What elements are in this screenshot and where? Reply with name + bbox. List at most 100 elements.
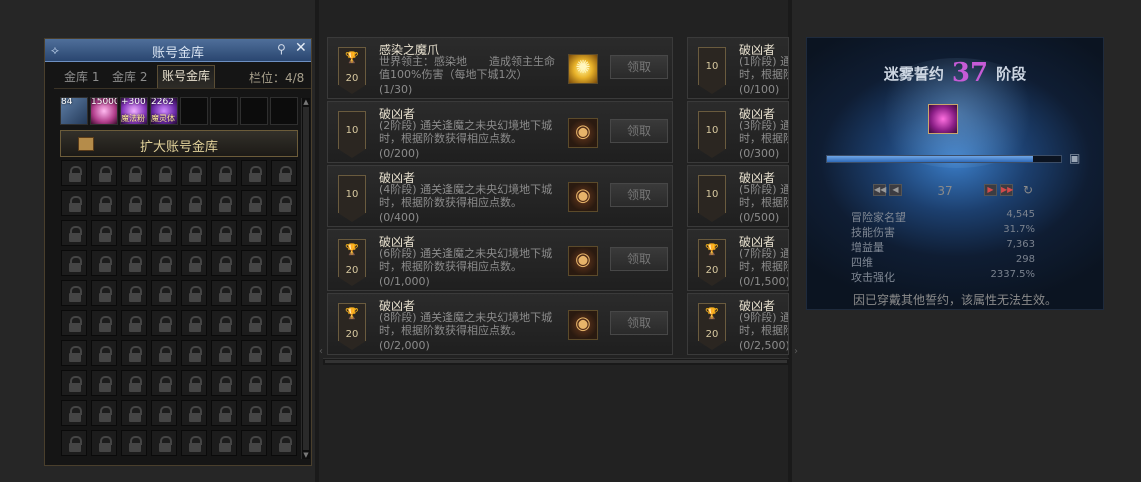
claim-button[interactable]: 领取 [610,183,668,207]
locked-slot[interactable] [241,220,267,246]
first-page-button[interactable]: ◀◀ [873,184,886,196]
emblem-icon[interactable] [568,246,598,276]
expand-vault-button[interactable]: 扩大账号金库 [60,130,298,157]
locked-slot[interactable] [271,370,297,396]
scroll-right-icon[interactable]: › [791,330,801,374]
locked-slot[interactable] [121,430,147,456]
locked-slot[interactable] [121,310,147,336]
vault-scrollbar[interactable]: ▲ ▼ [301,98,310,459]
claim-button[interactable]: 领取 [610,311,668,335]
claim-button[interactable]: 领取 [610,247,668,271]
locked-slot[interactable] [91,160,117,186]
locked-slot[interactable] [91,310,117,336]
locked-slot[interactable] [241,400,267,426]
scroll-left-icon[interactable]: ‹ [316,330,326,374]
locked-slot[interactable] [151,250,177,276]
locked-slot[interactable] [241,190,267,216]
oath-item-icon[interactable] [928,104,958,134]
locked-slot[interactable] [271,160,297,186]
vault-empty-slot[interactable] [210,97,238,125]
locked-slot[interactable] [121,370,147,396]
locked-slot[interactable] [91,340,117,366]
locked-slot[interactable] [151,340,177,366]
locked-slot[interactable] [271,280,297,306]
vault-empty-slot[interactable] [180,97,208,125]
locked-slot[interactable] [211,220,237,246]
locked-slot[interactable] [61,340,87,366]
locked-slot[interactable] [181,370,207,396]
locked-slot[interactable] [181,340,207,366]
locked-slot[interactable] [61,280,87,306]
achievement-hscrollbar[interactable] [323,358,789,365]
vault-item-magic-powder[interactable]: +300 魔法粉 [120,97,148,125]
locked-slot[interactable] [91,280,117,306]
locked-slot[interactable] [241,160,267,186]
tab-account-vault[interactable]: 账号金库 [157,65,216,88]
locked-slot[interactable] [241,370,267,396]
locked-slot[interactable] [211,400,237,426]
vault-empty-slot[interactable] [270,97,298,125]
locked-slot[interactable] [91,220,117,246]
locked-slot[interactable] [181,160,207,186]
emblem-icon[interactable] [568,310,598,340]
locked-slot[interactable] [241,250,267,276]
claim-button[interactable]: 领取 [610,119,668,143]
locked-slot[interactable] [211,190,237,216]
locked-slot[interactable] [271,250,297,276]
locked-slot[interactable] [181,430,207,456]
locked-slot[interactable] [91,430,117,456]
locked-slot[interactable] [151,160,177,186]
refresh-icon[interactable]: ↻ [1023,183,1033,197]
locked-slot[interactable] [271,400,297,426]
scroll-up-icon[interactable]: ▲ [302,98,310,106]
vault-item-spirit[interactable]: 2262 魔灵体 [150,97,178,125]
tab-vault-2[interactable]: 金库 2 [112,68,147,86]
pin-icon[interactable]: ⚲ [277,42,286,56]
locked-slot[interactable] [151,430,177,456]
scroll-thumb[interactable] [325,360,787,363]
locked-slot[interactable] [121,340,147,366]
locked-slot[interactable] [211,250,237,276]
locked-slot[interactable] [121,280,147,306]
locked-slot[interactable] [151,370,177,396]
locked-slot[interactable] [271,310,297,336]
locked-slot[interactable] [61,370,87,396]
locked-slot[interactable] [211,310,237,336]
chest-icon[interactable]: ▣ [1069,152,1083,164]
locked-slot[interactable] [61,250,87,276]
locked-slot[interactable] [151,280,177,306]
locked-slot[interactable] [91,400,117,426]
locked-slot[interactable] [241,430,267,456]
locked-slot[interactable] [211,340,237,366]
locked-slot[interactable] [181,190,207,216]
locked-slot[interactable] [181,400,207,426]
prev-page-button[interactable]: ◀ [889,184,902,196]
locked-slot[interactable] [61,190,87,216]
locked-slot[interactable] [181,220,207,246]
locked-slot[interactable] [61,310,87,336]
locked-slot[interactable] [211,280,237,306]
locked-slot[interactable] [121,220,147,246]
scroll-down-icon[interactable]: ▼ [302,451,310,459]
locked-slot[interactable] [181,250,207,276]
locked-slot[interactable] [61,160,87,186]
locked-slot[interactable] [121,160,147,186]
vault-item-flower[interactable]: 15000 [90,97,118,125]
locked-slot[interactable] [211,430,237,456]
locked-slot[interactable] [241,340,267,366]
locked-slot[interactable] [151,220,177,246]
locked-slot[interactable] [181,310,207,336]
next-page-button[interactable]: ▶ [984,184,997,196]
close-icon[interactable]: ✕ [295,40,307,56]
emblem-icon[interactable] [568,182,598,212]
locked-slot[interactable] [151,310,177,336]
vault-empty-slot[interactable] [240,97,268,125]
locked-slot[interactable] [121,190,147,216]
vault-title-bar[interactable]: ⟡ 账号金库 ⚲ ✕ [45,39,311,62]
locked-slot[interactable] [181,280,207,306]
locked-slot[interactable] [271,190,297,216]
emblem-icon[interactable] [568,118,598,148]
locked-slot[interactable] [271,430,297,456]
locked-slot[interactable] [271,340,297,366]
last-page-button[interactable]: ▶▶ [1000,184,1013,196]
